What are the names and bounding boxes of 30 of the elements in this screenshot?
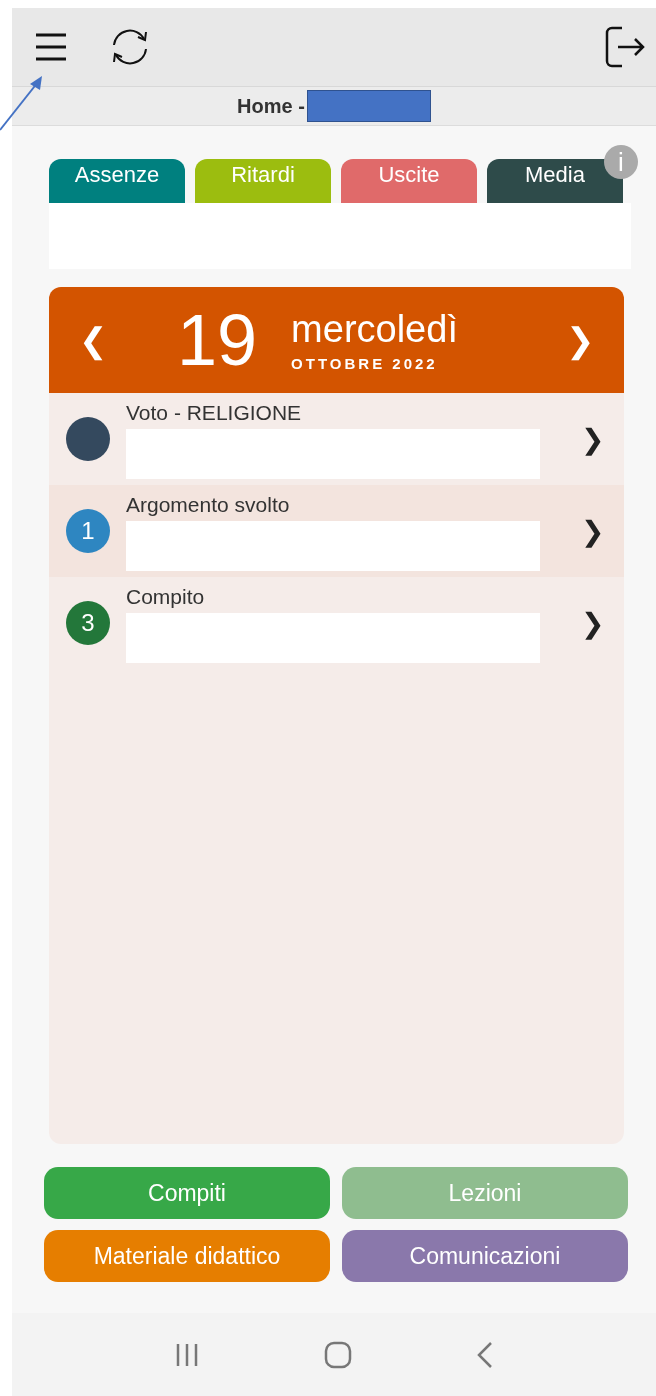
stat-tab[interactable]: Assenze <box>49 159 185 203</box>
home-icon[interactable] <box>324 1340 352 1369</box>
stat-tab[interactable]: Ritardi <box>195 159 331 203</box>
event-title: Voto - RELIGIONE <box>126 401 303 425</box>
event-row[interactable]: Voto - RELIGIONE ❯ <box>49 393 624 485</box>
previous-day-button[interactable]: ❮ <box>79 320 107 360</box>
page-title: Home - <box>237 94 305 118</box>
info-badge[interactable]: i <box>604 145 638 179</box>
section-button[interactable]: Lezioni <box>342 1167 628 1219</box>
month-year: OTTOBRE 2022 <box>291 355 439 372</box>
recent-apps-icon[interactable] <box>174 1341 200 1368</box>
stat-tab[interactable]: Uscite <box>341 159 477 203</box>
weekday: mercoledì <box>291 308 459 351</box>
event-count: 3 <box>66 601 110 645</box>
event-title: Compito <box>126 585 206 609</box>
logout-icon[interactable] <box>604 25 646 69</box>
section-button[interactable]: Comunicazioni <box>342 1230 628 1282</box>
chevron-icon: ❯ <box>581 422 604 456</box>
chevron-icon: ❯ <box>581 514 604 548</box>
section-button[interactable]: Materiale didattico <box>44 1230 330 1282</box>
section-button[interactable]: Compiti <box>44 1167 330 1219</box>
menu-icon[interactable] <box>34 32 68 62</box>
event-count: 1 <box>66 509 110 553</box>
day-number: 19 <box>177 299 258 381</box>
event-title: Argomento svolto <box>126 493 291 517</box>
back-icon[interactable] <box>476 1340 494 1369</box>
event-row[interactable]: 3 Compito ❯ <box>49 577 624 669</box>
event-row[interactable]: 1 Argomento svolto ❯ <box>49 485 624 577</box>
chevron-icon: ❯ <box>581 606 604 640</box>
next-day-button[interactable]: ❯ <box>566 320 594 360</box>
